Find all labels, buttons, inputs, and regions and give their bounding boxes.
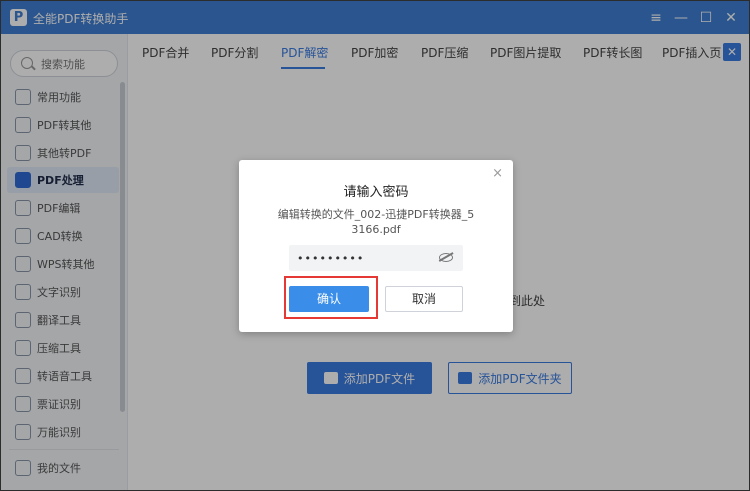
cancel-button[interactable]: 取消	[385, 286, 463, 312]
password-input[interactable]	[297, 249, 437, 267]
dialog-close-icon[interactable]: ×	[492, 166, 503, 181]
dialog-title: 请输入密码	[343, 185, 409, 200]
confirm-highlight-box	[284, 276, 378, 319]
app-window: P 全能PDF转换助手 ≡ — ☐ ✕ 常用功能 PDF转其他 其他转PDF P…	[0, 0, 750, 491]
eye-slash-icon[interactable]	[439, 253, 453, 262]
dialog-file-name: 编辑转换的文件_002-迅捷PDF转换器_53166.pdf	[277, 208, 475, 236]
password-field[interactable]	[289, 245, 463, 271]
